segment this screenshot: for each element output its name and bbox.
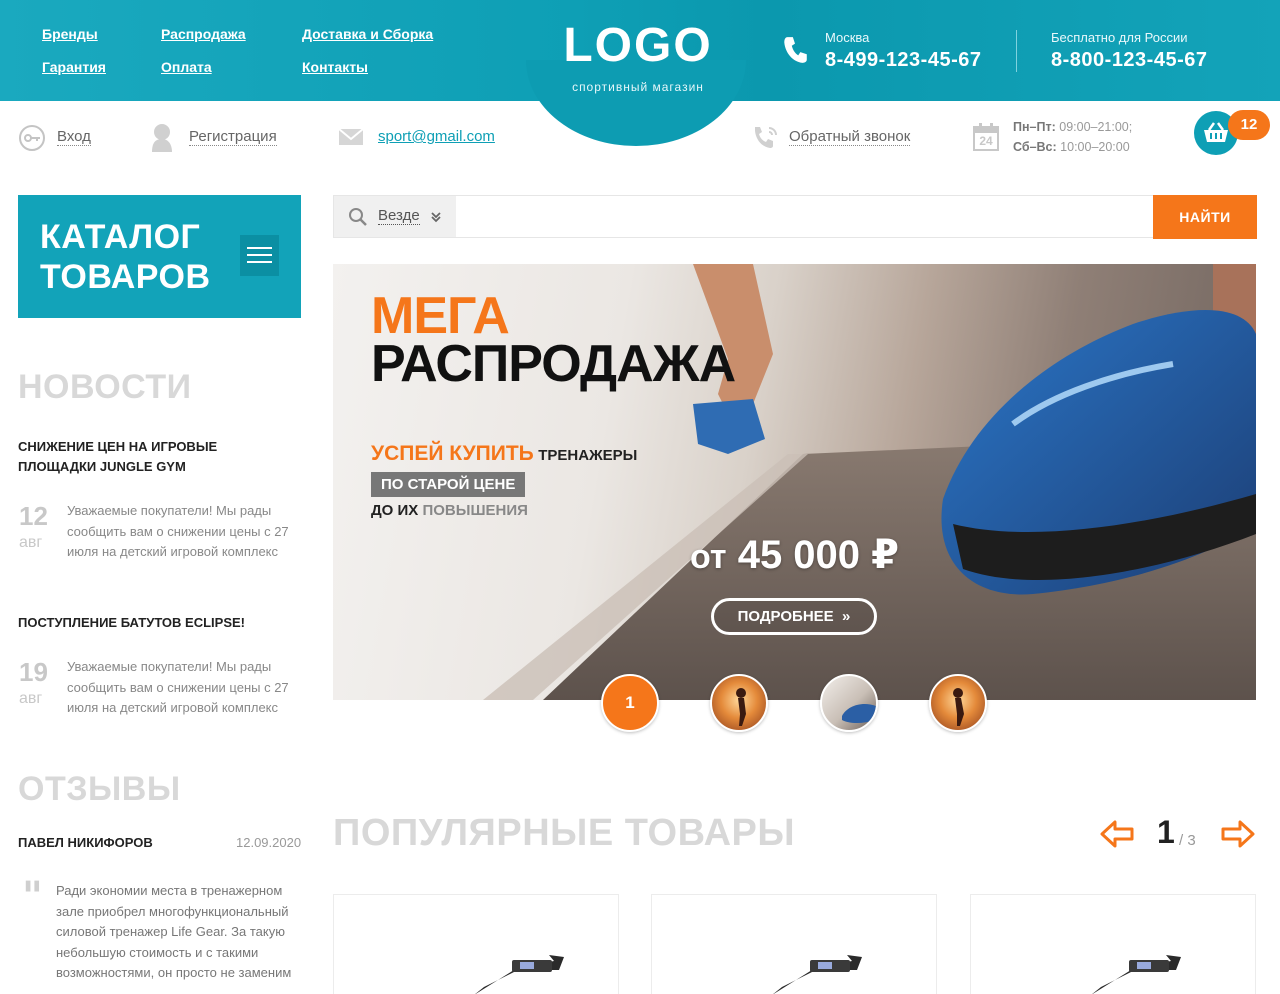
logo[interactable]: LOGO xyxy=(538,20,738,72)
hero-old-price: ПО СТАРОЙ ЦЕНЕ xyxy=(371,472,526,497)
arrow-left-icon[interactable] xyxy=(1099,818,1135,850)
treadmill-image xyxy=(475,955,564,994)
hero-title-sale: РАСПРОДАЖА xyxy=(371,335,736,393)
hero-before-increase: ДО ИХ ПОВЫШЕНИЯ xyxy=(371,502,528,519)
hero-trainers: ТРЕНАЖЕРЫ xyxy=(538,447,638,464)
logo-subtitle: спортивный магазин xyxy=(572,80,704,94)
callback-phone-icon xyxy=(755,127,777,148)
reviews-heading: ОТЗЫВЫ xyxy=(18,770,181,808)
popular-heading: ПОПУЛЯРНЫЕ ТОВАРЫ xyxy=(333,812,796,854)
news-month-1: авг xyxy=(19,534,43,551)
pager-total: / 3 xyxy=(1179,832,1196,849)
catalog-button[interactable]: КАТАЛОГ ТОВАРОВ xyxy=(18,195,301,318)
slider-thumb-2[interactable] xyxy=(710,674,768,732)
nav-sale[interactable]: Распродажа xyxy=(161,26,246,42)
treadmill-image xyxy=(773,955,862,994)
email-link[interactable]: sport@gmail.com xyxy=(378,128,495,145)
weekdays-hours: 09:00–21:00; xyxy=(1059,120,1133,134)
shoe-thumbnail-icon xyxy=(842,704,876,723)
phone-icon xyxy=(784,37,807,63)
runner-thumbnail-icon xyxy=(736,688,746,726)
nav-contacts[interactable]: Контакты xyxy=(302,59,368,75)
news-month-2: авг xyxy=(19,690,43,707)
hero-increase: ПОВЫШЕНИЯ xyxy=(422,502,528,519)
product-card-3[interactable] xyxy=(970,894,1256,994)
user-icon xyxy=(152,124,172,152)
more-button[interactable]: ПОДРОБНЕЕ » xyxy=(711,598,877,635)
search-icon xyxy=(349,208,367,226)
chevron-down-icon xyxy=(431,212,441,223)
pager-current: 1 xyxy=(1157,814,1175,850)
slider-thumb-4[interactable] xyxy=(929,674,987,732)
product-card-1[interactable] xyxy=(333,894,619,994)
hero-hurry: УСПЕЙ КУПИТЬ xyxy=(371,442,534,465)
quote-icon: " xyxy=(22,873,43,920)
search-input[interactable] xyxy=(456,196,1152,237)
search-button[interactable]: НАЙТИ xyxy=(1153,195,1257,239)
review-author: ПАВЕЛ НИКИФОРОВ xyxy=(18,835,153,850)
menu-icon[interactable] xyxy=(240,235,279,276)
hero-tagline: УСПЕЙ КУПИТЬ ТРЕНАЖЕРЫ xyxy=(371,442,637,466)
nav-warranty[interactable]: Гарантия xyxy=(42,59,106,75)
hero-price: от 45 000 ₽ xyxy=(690,532,899,578)
catalog-title: КАТАЛОГ ТОВАРОВ xyxy=(40,218,211,296)
phone-free[interactable]: 8-800-123-45-67 xyxy=(1051,49,1208,72)
register-link[interactable]: Регистрация xyxy=(189,128,277,146)
cart-count-badge: 12 xyxy=(1228,110,1270,140)
phone-moscow[interactable]: 8-499-123-45-67 xyxy=(825,49,982,72)
weekend-hours: 10:00–20:00 xyxy=(1060,140,1130,154)
logo-background xyxy=(526,60,746,146)
treadmill-image xyxy=(1092,955,1181,994)
review-date: 12.09.2020 xyxy=(236,835,302,850)
calendar-day: 24 xyxy=(979,134,993,148)
nav-brands[interactable]: Бренды xyxy=(42,26,98,42)
hero-currency: ₽ xyxy=(871,533,900,577)
slider-dot-1[interactable]: 1 xyxy=(601,674,659,732)
news-title-2[interactable]: ПОСТУПЛЕНИЕ БАТУТОВ ECLIPSE! xyxy=(18,613,298,633)
hero-before: ДО ИХ xyxy=(371,502,419,519)
divider xyxy=(1016,30,1017,72)
city-label: Москва xyxy=(825,30,870,45)
news-day-2: 19 xyxy=(19,657,48,687)
login-link[interactable]: Вход xyxy=(57,128,91,146)
weekdays-label: Пн–Пт: xyxy=(1013,120,1056,134)
search-bar: Везде НАЙТИ xyxy=(333,195,1257,239)
review-text: Ради экономии места в тренажерном зале п… xyxy=(56,883,292,980)
callback-link[interactable]: Обратный звонок xyxy=(789,128,911,146)
hero-banner: МЕГА РАСПРОДАЖА УСПЕЙ КУПИТЬ ТРЕНАЖЕРЫ П… xyxy=(333,264,1256,700)
hero-price-value: 45 000 xyxy=(737,533,861,577)
news-text-1: Уважаемые покупатели! Мы рады сообщить в… xyxy=(67,503,289,559)
search-scope-dropdown[interactable]: Везде xyxy=(334,196,456,237)
double-chevron-right-icon: » xyxy=(837,608,851,625)
arrow-right-icon[interactable] xyxy=(1220,818,1256,850)
calendar-icon: 24 xyxy=(973,123,999,151)
news-title-1[interactable]: СНИЖЕНИЕ ЦЕН НА ИГРОВЫЕ ПЛОЩАДКИ JUNGLE … xyxy=(18,437,298,477)
hero-price-prefix: от xyxy=(690,538,727,576)
runner-thumbnail-icon xyxy=(953,688,964,726)
news-heading: НОВОСТИ xyxy=(18,368,192,406)
slider-thumb-3[interactable] xyxy=(820,674,878,732)
product-card-2[interactable] xyxy=(651,894,937,994)
news-text-2: Уважаемые покупатели! Мы рады сообщить в… xyxy=(67,659,289,715)
weekend-label: Сб–Вс: xyxy=(1013,140,1057,154)
nav-delivery[interactable]: Доставка и Сборка xyxy=(302,26,433,42)
key-icon xyxy=(19,125,45,151)
free-russia-label: Бесплатно для России xyxy=(1051,30,1188,45)
search-scope-label: Везде xyxy=(378,207,420,225)
mail-icon xyxy=(338,128,364,145)
nav-payment[interactable]: Оплата xyxy=(161,59,212,75)
news-day-1: 12 xyxy=(19,501,48,531)
working-hours: Пн–Пт: 09:00–21:00; Сб–Вс: 10:00–20:00 xyxy=(1013,117,1132,157)
more-button-label: ПОДРОБНЕЕ xyxy=(737,608,834,625)
